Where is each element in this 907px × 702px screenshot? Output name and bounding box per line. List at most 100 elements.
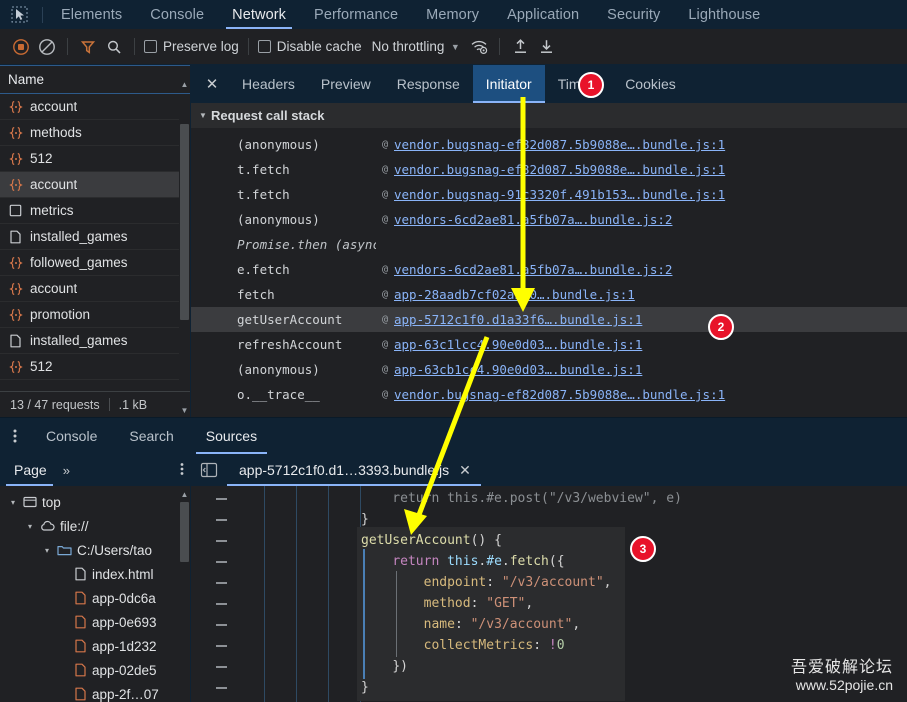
call-stack-source-link[interactable]: vendors-6cd2ae81.a5fb07a….bundle.js:2 [394,212,672,227]
at-sign-icon: @ [381,164,389,175]
tab-initiator[interactable]: Initiator [472,65,545,103]
chevron-down-icon[interactable]: ▼ [444,42,466,52]
call-stack-row[interactable]: e.fetch @ vendors-6cd2ae81.a5fb07a….bundle… [191,257,907,282]
tab-console[interactable]: Console [136,0,218,29]
scrollbar-thumb[interactable] [180,124,189,320]
file-tree-row[interactable]: ▾ top [0,490,190,514]
request-row[interactable]: 512 [0,354,190,380]
editor-tab-app-bundle[interactable]: app-5712c1f0.d1…3393.bundle.js ✕ [227,454,481,486]
call-stack-row[interactable]: Promise.then (async) [191,232,907,257]
call-stack-row[interactable]: (anonymous) @ vendors-6cd2ae81.a5fb07a….bu… [191,207,907,232]
scroll-up-arrow-icon[interactable]: ▲ [179,78,190,91]
code-line: endpoint: "/v3/account", [423,575,612,590]
search-magnifier-icon[interactable] [101,34,127,60]
tab-performance[interactable]: Performance [300,0,412,29]
request-row[interactable]: account [0,276,190,302]
throttling-select[interactable]: No throttling [364,39,445,54]
close-x-icon[interactable]: ✕ [195,65,229,103]
navigator-more-vertical-icon[interactable] [180,462,184,479]
tab-response-label: Response [396,76,460,92]
call-stack-source-link[interactable]: app-63cb1cc4.90e0d03….bundle.js:1 [394,362,642,377]
chevrons-right-icon[interactable]: » [57,463,76,478]
call-stack-row[interactable]: refreshAccount @ app-63c1lcc4.90e0d03….bun… [191,332,907,357]
call-stack-source-link[interactable]: vendor.bugsnag-ef82d087.5b9088e….bundle.… [394,387,725,402]
tab-application[interactable]: Application [493,0,593,29]
request-row[interactable]: methods [0,120,190,146]
annotation-badge-1: 1 [578,72,604,98]
request-row[interactable]: metrics [0,198,190,224]
show-navigator-panel-icon[interactable] [191,454,227,486]
tab-preview-label: Preview [320,76,371,92]
request-list-column-header[interactable]: Name [0,65,190,94]
call-stack-row[interactable]: t.fetch @ vendor.bugsnag-ef82d087.5b9088e…… [191,157,907,182]
clear-circle-slash-icon[interactable] [34,34,60,60]
import-har-upload-icon[interactable] [507,34,533,60]
call-stack-row[interactable]: o.__trace__ @ vendor.bugsnag-ef82d087.5b90… [191,382,907,407]
request-row[interactable]: installed_games [0,224,190,250]
call-stack-source-link[interactable]: vendor.bugsnag-ef82d087.5b9088e….bundle.… [394,162,725,177]
twisty-down-icon[interactable]: ▾ [42,546,52,555]
file-tree-row[interactable]: ▾ file:// [0,514,190,538]
file-tree-row[interactable]: app-0dc6a [0,586,190,610]
file-tree-row[interactable]: ▾ C:/Users/tao [0,538,190,562]
network-conditions-wifi-icon[interactable] [466,34,492,60]
export-har-download-icon[interactable] [533,34,559,60]
more-vertical-icon[interactable] [0,418,30,454]
call-stack-row[interactable]: fetch @ app-28aadb7cf02ab00….bundle.js:1 [191,282,907,307]
network-panel-body: Name account methods 512 account metrics inst… [0,65,907,417]
annotation-badge-2: 2 [708,314,734,340]
call-stack-source-link[interactable]: vendor.bugsnag-91c3320f.491b153….bundle.… [394,187,725,202]
drawer-tab-console[interactable]: Console [30,418,113,454]
record-stop-icon[interactable] [8,34,34,60]
drawer-tab-search[interactable]: Search [113,418,189,454]
call-stack-row[interactable]: (anonymous) @ app-63cb1cc4.90e0d03….bundle… [191,357,907,382]
tab-headers[interactable]: Headers [229,65,308,103]
request-row[interactable]: account [0,94,190,120]
file-tree-row[interactable]: app-02de5 [0,658,190,682]
tab-memory[interactable]: Memory [412,0,493,29]
request-row[interactable]: installed_games [0,328,190,354]
request-row[interactable]: promotion [0,302,190,328]
tab-security[interactable]: Security [593,0,674,29]
twisty-down-icon[interactable]: ▾ [25,522,35,531]
file-tree-row[interactable]: app-2f…07 [0,682,190,702]
tab-lighthouse[interactable]: Lighthouse [674,0,774,29]
tab-cookies[interactable]: Cookies [612,65,689,103]
call-stack-row-selected[interactable]: getUserAccount @ app-5712c1f0.d1a33f6….bun… [191,307,907,332]
call-stack-source-link[interactable]: app-28aadb7cf02ab00….bundle.js:1 [394,287,635,302]
request-call-stack-header[interactable]: ▼ Request call stack [191,103,907,129]
tree-scroll-up-arrow-icon[interactable]: ▲ [179,488,190,500]
tab-response[interactable]: Response [384,65,473,103]
file-tree-scrollbar[interactable]: ▲ [179,488,190,702]
request-row[interactable]: followed_games [0,250,190,276]
file-tree-row[interactable]: app-0e693 [0,610,190,634]
tab-elements[interactable]: Elements [47,0,136,29]
code-line: name: "/v3/account", [423,617,581,632]
tab-network[interactable]: Network [218,0,300,29]
filter-funnel-icon[interactable] [75,34,101,60]
file-tree-label: index.html [92,566,154,582]
tab-preview[interactable]: Preview [308,65,384,103]
inspect-cursor-icon[interactable] [0,0,38,29]
drawer-tab-sources[interactable]: Sources [190,418,273,454]
twisty-down-icon[interactable]: ▾ [8,498,18,507]
call-stack-source-link[interactable]: vendor.bugsnag-ef82d087.5b9088e….bundle.… [394,137,725,152]
call-stack-row[interactable]: (anonymous) @ vendor.bugsnag-ef82d087.5b90… [191,132,907,157]
tree-scrollbar-thumb[interactable] [180,502,189,562]
editor-tab-close-icon[interactable]: ✕ [459,462,471,479]
preserve-log-checkbox[interactable]: Preserve log [142,39,241,54]
call-stack-source-link[interactable]: app-5712c1f0.d1a33f6….bundle.js:1 [394,312,642,327]
file-tree-row[interactable]: app-1d232 [0,634,190,658]
disable-cache-checkbox[interactable]: Disable cache [256,39,364,54]
call-stack-source-link[interactable]: vendors-6cd2ae81.a5fb07a….bundle.js:2 [394,262,672,277]
file-tree-row[interactable]: index.html [0,562,190,586]
call-stack-source-link[interactable]: app-63c1lcc4.90e0d03….bundle.js:1 [394,337,642,352]
request-row[interactable]: 512 [0,146,190,172]
toolbar-divider-1 [67,38,68,55]
request-row[interactable]: account [0,172,190,198]
request-list-scrollbar[interactable]: ▲ ▼ [179,80,190,417]
call-stack-row[interactable]: t.fetch @ vendor.bugsnag-91c3320f.491b153…… [191,182,907,207]
gutter-line-marker [216,582,227,584]
navigator-tab-page[interactable]: Page [0,454,57,486]
square-doc-icon [8,204,23,217]
